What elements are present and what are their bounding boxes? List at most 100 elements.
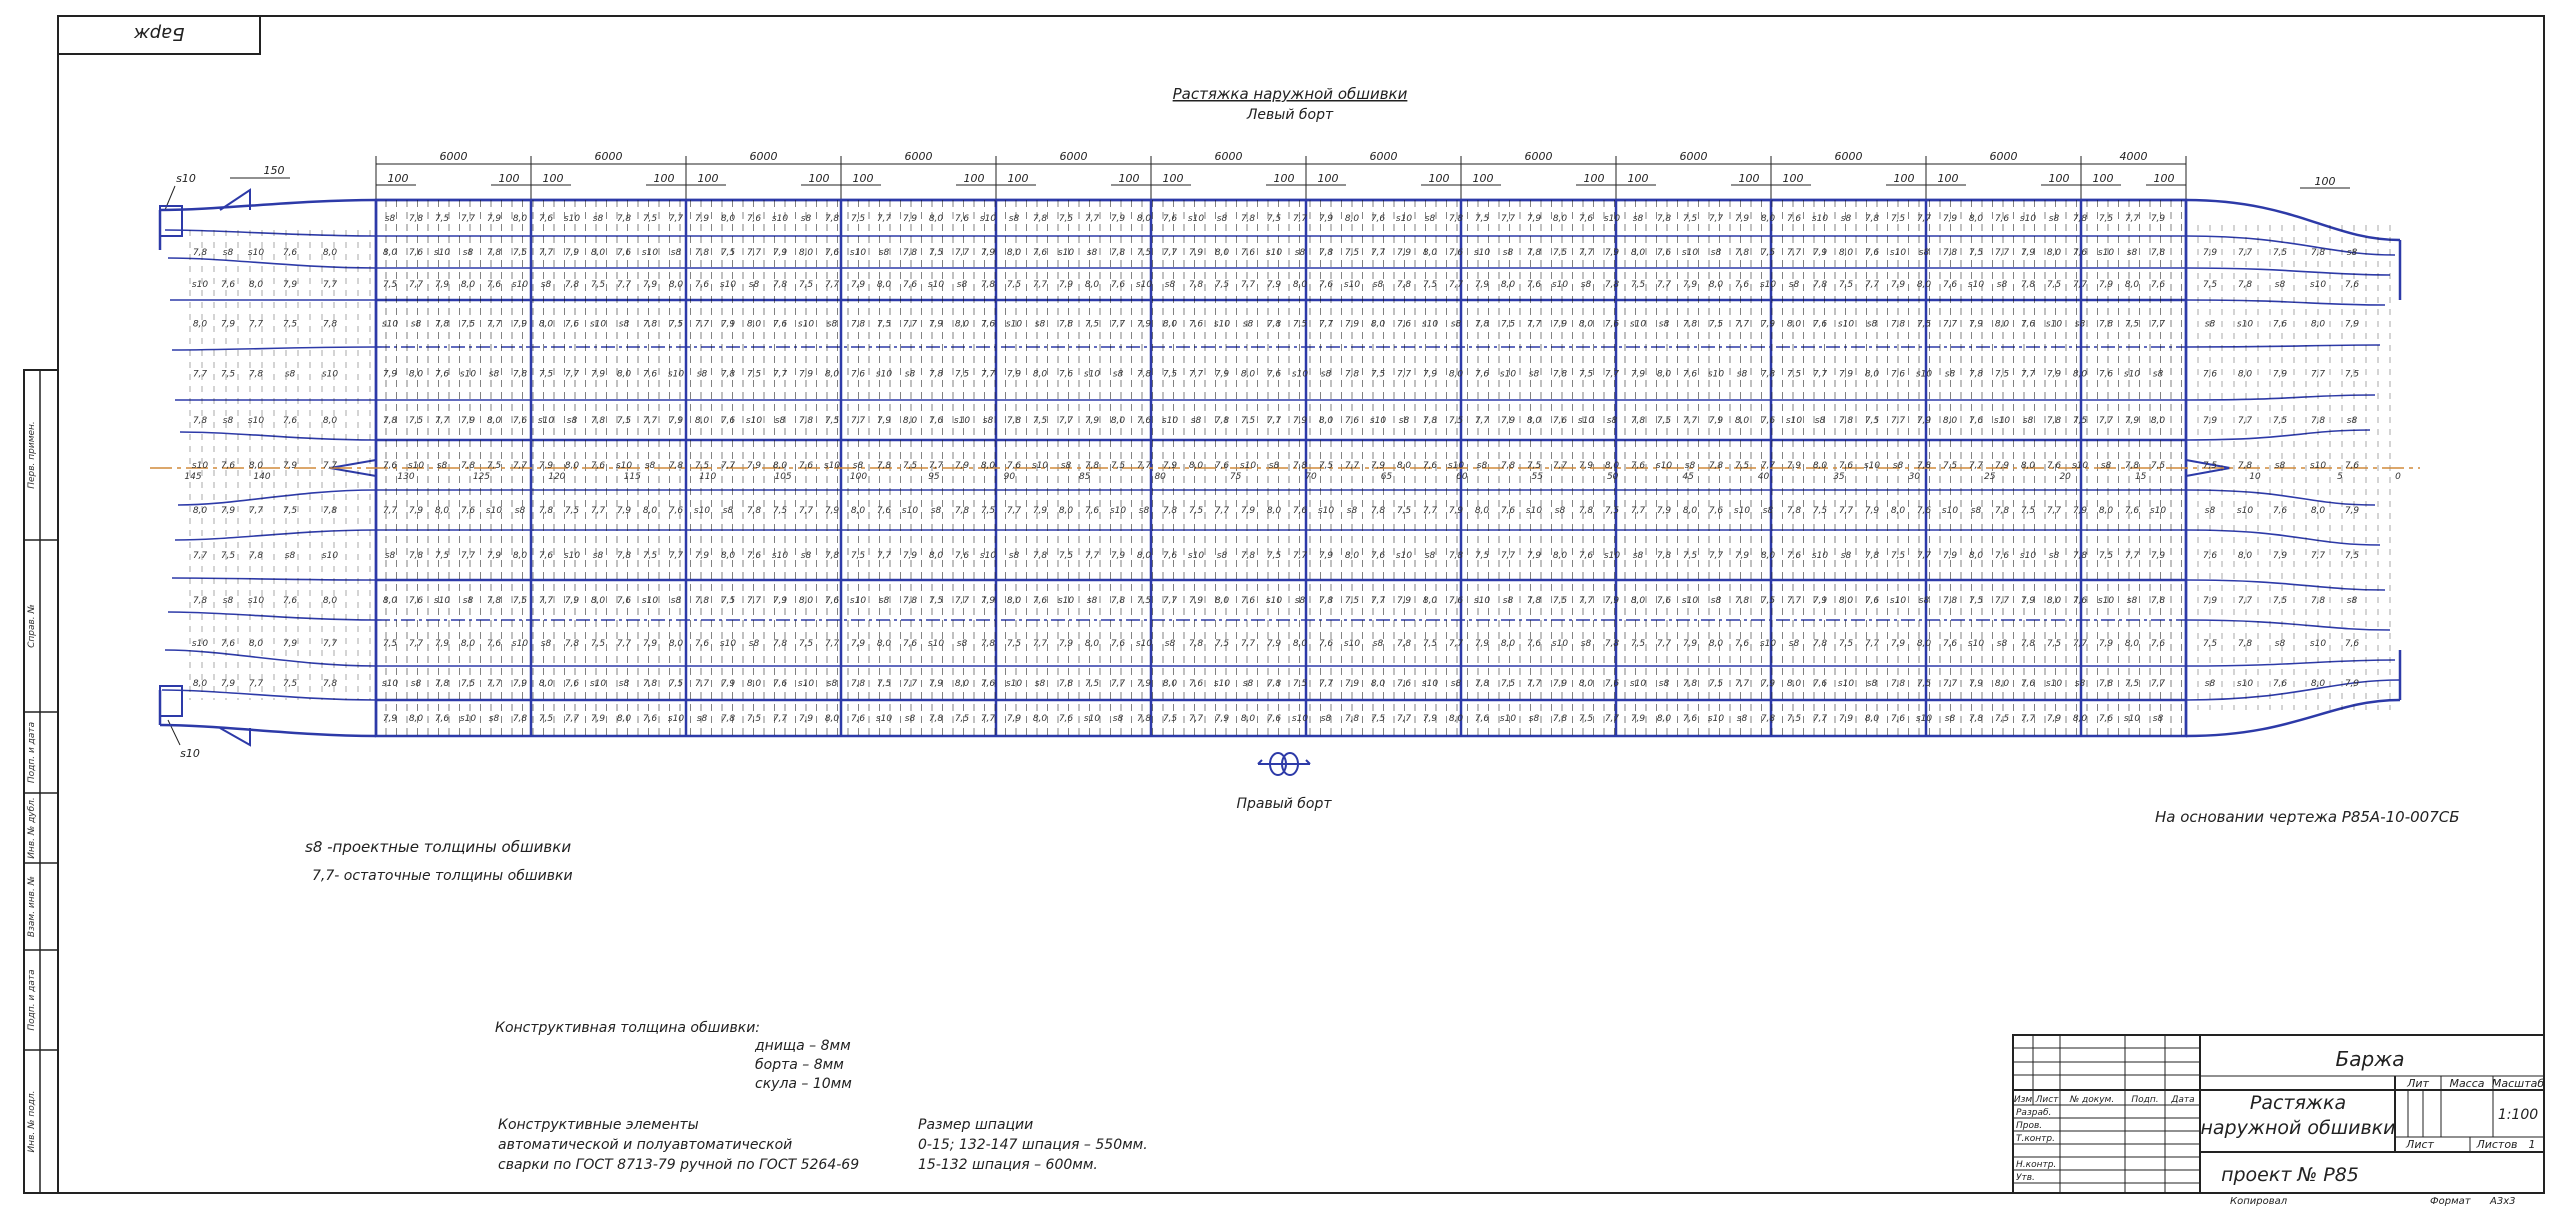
plate-thickness-label: s8	[2023, 416, 2034, 426]
plate-thickness-label: 7,8	[1891, 679, 1906, 689]
plate-thickness-label: s8	[489, 714, 500, 724]
plate-thickness-label: s10	[322, 370, 338, 380]
plate-thickness-label: 7,9	[2151, 214, 2166, 224]
plate-thickness-label: 7,7	[1189, 714, 1204, 724]
plate-thickness-label: 7,5	[1319, 461, 1334, 471]
dim-sub-mark: 100	[1938, 172, 1959, 185]
plate-thickness-label: 7,7	[773, 370, 788, 380]
plate-thickness-label: 7,9	[2151, 551, 2166, 561]
plate-thickness-label: 7,8	[1995, 506, 2010, 516]
plate-thickness-label: s10	[2020, 214, 2036, 224]
dim-sub-mark: 100	[964, 172, 985, 185]
plate-thickness-label: 7,7	[825, 280, 840, 290]
plate-thickness-label: 7,9	[2203, 416, 2218, 426]
tb-scale: 1:100	[2498, 1107, 2538, 1123]
plate-thickness-label: 7,8	[1917, 461, 1932, 471]
plate-thickness-label: 7,9	[1267, 639, 1282, 649]
plate-thickness-label: 7,5	[617, 416, 632, 426]
dim-sub-mark: 100	[1739, 172, 1760, 185]
plate-thickness-label: s8	[2347, 416, 2358, 426]
plate-thickness-label: 7,9	[1683, 639, 1698, 649]
plate-thickness-label: s10	[2098, 248, 2114, 258]
frame-number: 120	[548, 472, 565, 482]
plate-thickness-label: 7,9	[799, 370, 814, 380]
plate-thickness-label: 7,6	[513, 416, 528, 426]
plate-thickness-label: 7,9	[2125, 416, 2140, 426]
plate-thickness-label: 7,7	[2021, 370, 2036, 380]
plate-thickness-label: 7,9	[851, 639, 866, 649]
plate-thickness-label: 8,0	[1761, 551, 1776, 561]
plate-thickness-label: 7,8	[1059, 320, 1074, 330]
plate-thickness-label: s10	[668, 370, 684, 380]
plate-thickness-label: 7,7	[409, 639, 424, 649]
plate-thickness-label: s10	[1370, 416, 1386, 426]
plate-thickness-label: 8,0	[2311, 320, 2326, 330]
plate-thickness-label: 7,8	[1657, 214, 1672, 224]
plate-thickness-label: s8	[223, 248, 234, 258]
dim-sub-mark: 100	[1274, 172, 1295, 185]
plate-thickness-label: 7,5	[1085, 320, 1100, 330]
plate-thickness-label: 7,9	[221, 679, 236, 689]
plate-thickness-label: 8,0	[1085, 639, 1100, 649]
plate-thickness-label: 7,9	[851, 280, 866, 290]
plate-thickness-label: s8	[2205, 320, 2216, 330]
plate-thickness-label: s10	[1552, 280, 1568, 290]
plate-thickness-label: s10	[1318, 506, 1334, 516]
plate-thickness-label: 8,0	[1839, 596, 1854, 606]
plate-thickness-label: s10	[590, 679, 606, 689]
plate-thickness-label: 7,8	[1735, 248, 1750, 258]
plate-thickness-label: 7,6	[1787, 214, 1802, 224]
plate-thickness-label: s8	[645, 461, 656, 471]
plate-thickness-label: 7,8	[1839, 416, 1854, 426]
plate-thickness-label: s10	[1006, 320, 1022, 330]
plate-thickness-label: 7,6	[409, 596, 424, 606]
plate-thickness-label: 7,5	[1995, 714, 2010, 724]
plate-thickness-label: 7,7	[1787, 248, 1802, 258]
plate-thickness-label: 7,6	[409, 248, 424, 258]
plate-thickness-label: 8,0	[1761, 214, 1776, 224]
tb-project: проект № Р85	[2221, 1164, 2359, 1186]
legend-residual: 7,7- остаточные толщины обшивки	[312, 868, 573, 884]
plate-thickness-label: s8	[1607, 416, 1618, 426]
plate-thickness-label: 7,7	[409, 280, 424, 290]
plate-thickness-label: s8	[2049, 214, 2060, 224]
plate-thickness-label: s8	[463, 596, 474, 606]
plate-thickness-label: 7,5	[513, 248, 528, 258]
plate-thickness-label: 7,9	[1943, 214, 1958, 224]
plate-thickness-label: s8	[1737, 714, 1748, 724]
dim-sub-mark: 100	[1163, 172, 1184, 185]
dim-sub-mark: 100	[1119, 172, 1140, 185]
plate-thickness-label: 8,0	[1293, 639, 1308, 649]
dim-sub-mark: 100	[1429, 172, 1450, 185]
plate-thickness-label: 7,5	[461, 679, 476, 689]
plate-thickness-label: 7,5	[2273, 596, 2288, 606]
dim-sub-mark: 100	[853, 172, 874, 185]
bow-seam	[159, 723, 377, 738]
plate-thickness-label: s8	[1243, 320, 1254, 330]
plate-thickness-label: 7,7	[1085, 214, 1100, 224]
plate-thickness-label: s8	[1061, 461, 1072, 471]
plate-thickness-label: 7,8	[643, 320, 658, 330]
plate-thickness-label: 7,7	[323, 461, 338, 471]
frame-number: 45	[1682, 472, 1694, 482]
plate-thickness-label: s8	[1191, 416, 1202, 426]
plate-thickness-label: 7,8	[513, 714, 528, 724]
plate-thickness-label: 7,8	[955, 506, 970, 516]
welding-line-2: автоматической и полуавтоматической	[498, 1137, 792, 1153]
plate-thickness-label: s10	[2310, 639, 2326, 649]
plate-thickness-label: 7,5	[1215, 639, 1230, 649]
plate-thickness-label: 8,0	[487, 416, 502, 426]
plate-thickness-label: 7,9	[773, 596, 788, 606]
plate-thickness-label: s8	[1009, 214, 1020, 224]
plate-thickness-label: s10	[2237, 320, 2253, 330]
plate-thickness-label: 7,6	[1891, 714, 1906, 724]
plate-thickness-label: 7,6	[461, 506, 476, 516]
plate-thickness-label: s10	[192, 461, 208, 471]
plate-thickness-label: 7,7	[2238, 248, 2253, 258]
plate-thickness-label: s8	[1321, 370, 1332, 380]
plate-thickness-label: 7,9	[981, 596, 996, 606]
plate-thickness-label: 8,0	[1891, 506, 1906, 516]
plate-thickness-label: 7,8	[929, 370, 944, 380]
plate-thickness-label: s10	[2046, 320, 2062, 330]
plate-thickness-label: 8,0	[1787, 320, 1802, 330]
